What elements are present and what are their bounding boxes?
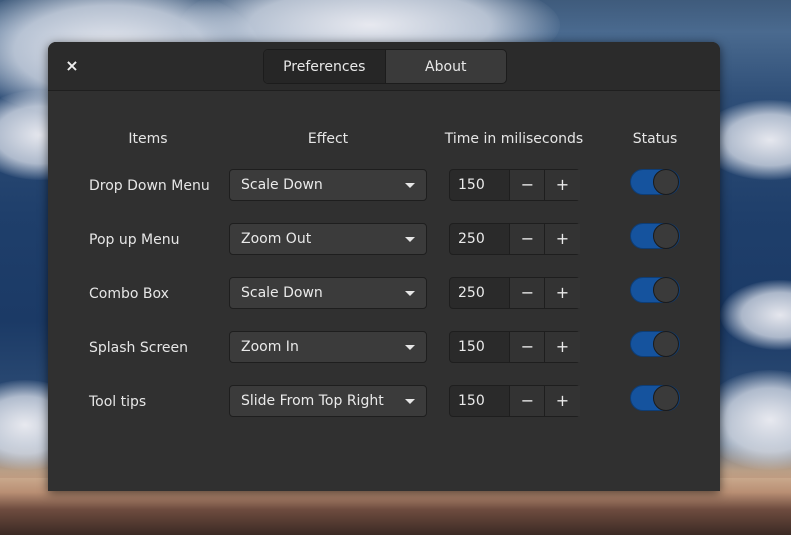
chevron-down-icon (405, 183, 415, 188)
switch-knob (653, 331, 679, 357)
row-label: Pop up Menu (89, 232, 180, 248)
increment-button[interactable]: + (544, 332, 580, 362)
increment-button[interactable]: + (544, 170, 580, 200)
switch-knob (653, 223, 679, 249)
column-header-status: Status (632, 131, 678, 147)
increment-button[interactable]: + (544, 278, 580, 308)
column-header-effect: Effect (307, 131, 349, 147)
row-label: Combo Box (89, 286, 169, 302)
time-value[interactable]: 150 (458, 177, 485, 193)
view-switcher: Preferences About (263, 49, 507, 84)
switch-knob (653, 169, 679, 195)
effect-combo[interactable]: Zoom Out (229, 223, 427, 255)
chevron-down-icon (405, 237, 415, 242)
preferences-content: Items Effect Time in miliseconds Status … (48, 91, 720, 491)
tab-about[interactable]: About (386, 50, 507, 83)
effect-value: Zoom In (241, 339, 299, 355)
status-switch[interactable] (630, 331, 680, 357)
chevron-down-icon (405, 345, 415, 350)
decrement-button[interactable]: − (509, 278, 545, 308)
effect-value: Slide From Top Right (241, 393, 384, 409)
effect-combo[interactable]: Scale Down (229, 277, 427, 309)
row-label: Tool tips (89, 394, 147, 410)
effect-combo[interactable]: Zoom In (229, 331, 427, 363)
increment-button[interactable]: + (544, 224, 580, 254)
effect-value: Scale Down (241, 285, 323, 301)
time-value[interactable]: 150 (458, 393, 485, 409)
tab-preferences[interactable]: Preferences (264, 50, 386, 83)
status-switch[interactable] (630, 169, 680, 195)
close-icon: × (65, 56, 79, 75)
decrement-button[interactable]: − (509, 332, 545, 362)
effect-value: Scale Down (241, 177, 323, 193)
effect-combo[interactable]: Scale Down (229, 169, 427, 201)
switch-knob (653, 277, 679, 303)
decrement-button[interactable]: − (509, 224, 545, 254)
column-header-time: Time in miliseconds (444, 131, 584, 147)
effect-value: Zoom Out (241, 231, 312, 247)
status-switch[interactable] (630, 277, 680, 303)
row-label: Splash Screen (89, 340, 188, 356)
time-spinbutton[interactable]: 150 − + (449, 385, 580, 417)
column-header-items: Items (128, 131, 168, 147)
chevron-down-icon (405, 399, 415, 404)
time-spinbutton[interactable]: 250 − + (449, 223, 580, 255)
status-switch[interactable] (630, 385, 680, 411)
increment-button[interactable]: + (544, 386, 580, 416)
row-label: Drop Down Menu (89, 178, 210, 194)
effect-combo[interactable]: Slide From Top Right (229, 385, 427, 417)
close-button[interactable]: × (62, 56, 82, 76)
switch-knob (653, 385, 679, 411)
cloud (720, 280, 791, 350)
time-spinbutton[interactable]: 150 − + (449, 331, 580, 363)
time-spinbutton[interactable]: 250 − + (449, 277, 580, 309)
time-value[interactable]: 250 (458, 285, 485, 301)
status-switch[interactable] (630, 223, 680, 249)
decrement-button[interactable]: − (509, 386, 545, 416)
time-value[interactable]: 150 (458, 339, 485, 355)
preferences-window: × Preferences About Items Effect Time in… (48, 42, 720, 491)
decrement-button[interactable]: − (509, 170, 545, 200)
headerbar: × Preferences About (48, 42, 720, 91)
chevron-down-icon (405, 291, 415, 296)
time-value[interactable]: 250 (458, 231, 485, 247)
time-spinbutton[interactable]: 150 − + (449, 169, 580, 201)
